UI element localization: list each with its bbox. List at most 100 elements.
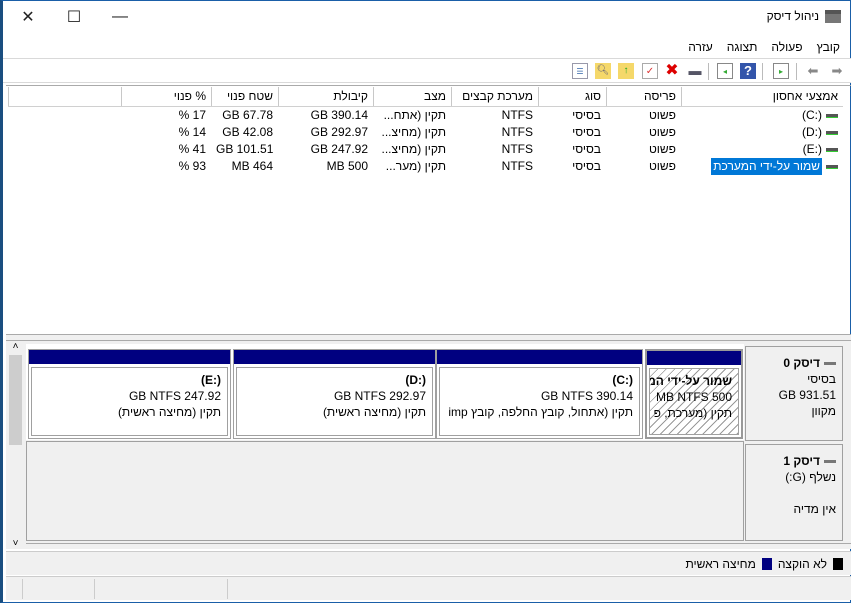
cell-type: בסיסי <box>572 108 601 122</box>
menu-view[interactable]: תצוגה <box>727 40 758 54</box>
legend-unallocated-label: לא הוקצה <box>777 557 827 571</box>
partition-bar <box>29 350 230 364</box>
cell-storage: (E:) <box>802 142 822 156</box>
graphical-disk-pane: ˄ ˅ דיסק 0 בסיסי GB 931.51 מקוון שמור על… <box>6 341 851 549</box>
cell-type: בסיסי <box>572 159 601 173</box>
forward-icon[interactable]: ➡ <box>829 63 845 79</box>
column-header-percent-free[interactable]: % פנוי <box>121 87 211 106</box>
partition-bar <box>234 350 435 364</box>
maximize-button[interactable]: ☐ <box>51 1 97 33</box>
legend-unallocated-swatch <box>833 558 843 570</box>
minimize-button[interactable]: — <box>97 1 143 33</box>
volume-icon <box>826 148 838 152</box>
column-header-free-space[interactable]: שטח פנוי <box>211 87 278 106</box>
table-row[interactable]: (D:) פשוט בסיסי NTFS תקין (מחיצ... GB 292.97 G… <box>8 124 843 141</box>
column-header-type[interactable]: סוג <box>538 87 606 106</box>
menu-file[interactable]: קובץ <box>817 40 840 54</box>
back-icon[interactable]: ⬅ <box>805 63 821 79</box>
scroll-up-icon[interactable]: ˄ <box>8 341 23 355</box>
table-row[interactable]: שמור על-ידי המערכת פשוט בסיסי NTFS תקין (מער… <box>8 158 843 175</box>
cell-filesystem: NTFS <box>501 142 533 156</box>
menu-action[interactable]: פעולה <box>771 40 802 54</box>
volume-icon <box>826 131 838 135</box>
scroll-down-icon[interactable]: ˅ <box>8 538 23 549</box>
table-row[interactable]: (C:) פשוט בסיסי NTFS תקין (אתח... GB 390.14 GB… <box>8 107 843 124</box>
partition-size: GB NTFS 292.97 <box>333 389 426 403</box>
partition-status: תקין (מחיצה ראשית) <box>117 405 221 419</box>
status-bar <box>6 576 851 600</box>
cell-status: תקין (מחיצ... <box>381 142 447 156</box>
disk-1-type: נשלף (G:) <box>785 470 836 484</box>
cell-layout: פשוט <box>648 142 676 156</box>
column-header-storage[interactable]: אמצעי אחסון <box>681 87 843 106</box>
cell-status: תקין (אתח... <box>383 108 446 122</box>
scrollbar-thumb[interactable] <box>9 355 22 445</box>
title-bar: ✕ ☐ — ניהול דיסק <box>3 1 851 37</box>
show-action-pane-icon[interactable]: ◂ <box>717 63 733 79</box>
cell-layout: פשוט <box>648 108 676 122</box>
table-row[interactable]: (E:) פשוט בסיסי NTFS תקין (מחיצ... GB 247.92 G… <box>8 141 843 158</box>
disk-0-type: בסיסי <box>807 372 836 386</box>
cell-layout: פשוט <box>648 125 676 139</box>
disk-1-name: דיסק 1 <box>752 453 836 469</box>
partition-size: GB NTFS 247.92 <box>128 389 221 403</box>
partition-3[interactable]: (E:) GB NTFS 247.92 תקין (מחיצה ראשית) <box>28 349 231 439</box>
legend-primary-swatch <box>761 558 772 570</box>
disk-0-state: מקוון <box>811 404 836 418</box>
partition-status: תקין (אתחול, קובץ החלפה, קובץ imp <box>448 405 633 419</box>
cell-capacity: GB 390.14 <box>310 108 368 122</box>
partition-size: GB NTFS 390.14 <box>540 389 633 403</box>
cell-percent-free: % 14 <box>178 125 206 139</box>
cell-layout: פשוט <box>648 159 676 173</box>
column-header-status[interactable]: מצב <box>373 87 451 106</box>
disk-1-area[interactable] <box>26 441 744 541</box>
partition-name: (D:) <box>405 373 426 387</box>
column-header-filesystem[interactable]: מערכת קבצים <box>451 87 538 106</box>
disk-1-label[interactable]: דיסק 1 נשלף (G:) אין מדיה <box>745 444 843 541</box>
legend: לא הוקצה מחיצה ראשית <box>6 551 851 575</box>
partition-0[interactable]: שמור על-ידי המ MB NTFS 500 תקין (מערכת, … <box>645 349 743 439</box>
disk-1-state: אין מדיה <box>793 502 836 516</box>
show-hide-console-tree-icon[interactable]: ▸ <box>773 63 789 79</box>
partition-status: תקין (מערכת, פ <box>653 406 732 420</box>
close-button[interactable]: ✕ <box>5 1 51 33</box>
pane-splitter[interactable] <box>6 334 851 341</box>
vertical-scrollbar[interactable]: ˄ ˅ <box>8 341 23 549</box>
volume-icon <box>826 165 838 169</box>
up-folder-icon[interactable]: ↑ <box>618 63 634 79</box>
disk-0-label[interactable]: דיסק 0 בסיסי GB 931.51 מקוון <box>745 346 843 441</box>
toolbar: ➡ ⬅ ▸ ? ◂ ▬ ✖ ✓ ↑ 🔍︎ ☰ <box>3 58 851 83</box>
disk-icon <box>824 460 836 464</box>
cell-free-space: GB 101.51 <box>216 142 274 156</box>
volume-table-header: אמצעי אחסון פריסה סוג מערכת קבצים מצב קיבולת ש… <box>8 87 843 107</box>
settings-list-icon[interactable]: ☰ <box>572 63 588 79</box>
partition-2[interactable]: (D:) GB NTFS 292.97 תקין (מחיצה ראשית) <box>233 349 436 439</box>
partition-1[interactable]: (C:) GB NTFS 390.14 תקין (אתחול, קובץ הח… <box>436 349 643 439</box>
cell-capacity: MB 500 <box>326 159 368 173</box>
cell-storage: שמור על-ידי המערכת <box>711 158 822 175</box>
partition-bar <box>437 350 642 364</box>
cell-capacity: GB 292.97 <box>310 125 368 139</box>
cell-type: בסיסי <box>572 142 601 156</box>
column-header-blank <box>8 87 121 106</box>
cell-filesystem: NTFS <box>501 159 533 173</box>
cell-type: בסיסי <box>572 125 601 139</box>
cell-storage: (C:) <box>802 108 822 122</box>
volume-icon <box>826 114 838 118</box>
cell-status: תקין (מחיצ... <box>381 125 447 139</box>
partition-size: MB NTFS 500 <box>656 390 733 404</box>
column-header-layout[interactable]: פריסה <box>606 87 681 106</box>
column-header-capacity[interactable]: קיבולת <box>278 87 373 106</box>
disk-0-name: דיסק 0 <box>752 355 836 371</box>
help-icon[interactable]: ? <box>740 63 756 79</box>
menu-help[interactable]: עזרה <box>688 40 713 54</box>
partition-bar <box>647 351 741 365</box>
properties-icon[interactable]: ✓ <box>642 63 658 79</box>
search-icon[interactable]: 🔍︎ <box>595 63 611 79</box>
cell-filesystem: NTFS <box>501 125 533 139</box>
disk-icon <box>824 362 836 366</box>
cell-status: תקין (מער... <box>385 159 446 173</box>
connect-drive-icon[interactable]: ▬ <box>687 63 703 79</box>
disk-0-size: GB 931.51 <box>778 388 836 402</box>
delete-icon[interactable]: ✖ <box>664 63 680 79</box>
